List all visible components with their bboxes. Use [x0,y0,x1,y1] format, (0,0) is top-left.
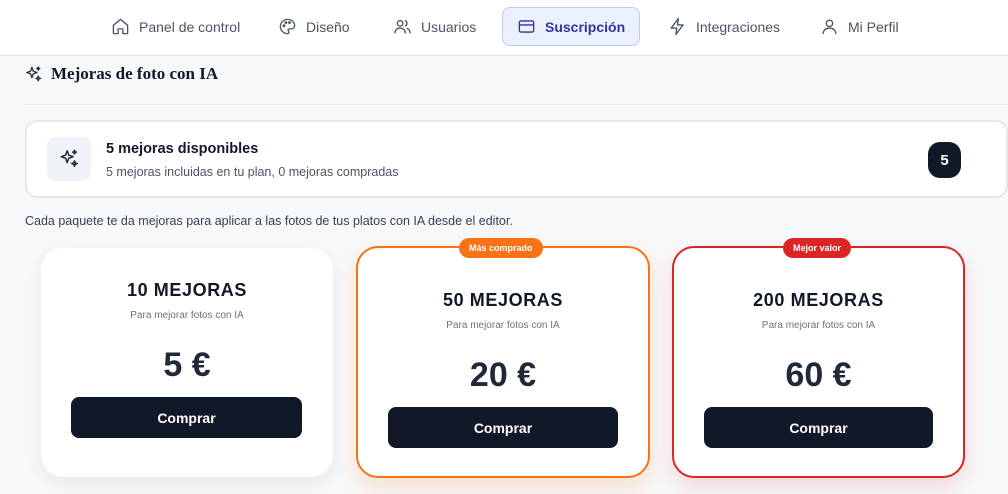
package-title: 50 MEJORAS [442,290,564,310]
tab-integraciones[interactable]: Integraciones [654,7,794,46]
tab-suscripcion[interactable]: Suscripción [502,7,641,46]
status-title: 5 mejoras disponibles [106,141,259,157]
lightning-icon [670,17,684,36]
package-price: 20 € [469,356,537,394]
tab-usuarios[interactable]: Usuarios [379,7,490,46]
sparkles-icon [26,65,42,81]
tab-label: Diseño [306,18,350,35]
credit-card-icon [518,20,535,33]
users-icon [394,19,411,34]
tab-label: Suscripción [545,18,626,35]
tab-label: Panel de control [139,18,241,35]
package-title: 10 MEJORAS [126,280,248,300]
user-icon [822,19,837,35]
home-icon [112,18,129,35]
section-header: Mejoras de foto con IA [24,64,218,84]
tab-panel-de-control[interactable]: Panel de control [97,7,254,46]
package-subtitle: Para mejorar fotos con IA [761,320,876,331]
package-price: 60 € [785,356,852,394]
section-title: Mejoras de foto con IA [51,64,219,83]
package-card-50: Más comprado 50 MEJORAS Para mejorar fot… [356,238,650,478]
package-card-10: 10 MEJORAS Para mejorar fotos con IA 5 €… [41,248,333,477]
tab-label: Integraciones [696,18,781,35]
tab-diseno[interactable]: Diseño [264,7,364,46]
best-value-badge: Mejor valor [783,238,852,258]
status-subtitle: 5 mejoras incluidas en tu plan, 0 mejora… [106,165,399,179]
buy-button[interactable]: Comprar [704,407,933,448]
package-subtitle: Para mejorar fotos con IA [130,310,244,321]
buy-button[interactable]: Comprar [388,407,618,448]
tab-label: Mi Perfil [848,18,899,35]
package-subtitle: Para mejorar fotos con IA [446,320,560,331]
sparkles-icon [60,149,78,168]
status-icon-tile [47,137,91,181]
buy-button[interactable]: Comprar [71,397,302,438]
available-enhancements-card: 5 mejoras disponibles 5 mejoras incluida… [25,120,1008,198]
section-divider [24,104,1008,105]
popular-badge: Más comprado [459,238,543,258]
enhancements-count-badge: 5 [928,142,961,178]
packages-intro-text: Cada paquete te da mejoras para aplicar … [25,214,513,228]
package-card-200: Mejor valor 200 MEJORAS Para mejorar fot… [672,238,965,478]
tab-mi-perfil[interactable]: Mi Perfil [806,7,913,46]
top-navigation: Panel de control Diseño Usuarios Suscrip… [0,0,1008,56]
tab-label: Usuarios [421,18,477,35]
palette-icon [279,18,296,35]
package-title: 200 MEJORAS [753,290,884,310]
package-price: 5 € [163,346,211,384]
